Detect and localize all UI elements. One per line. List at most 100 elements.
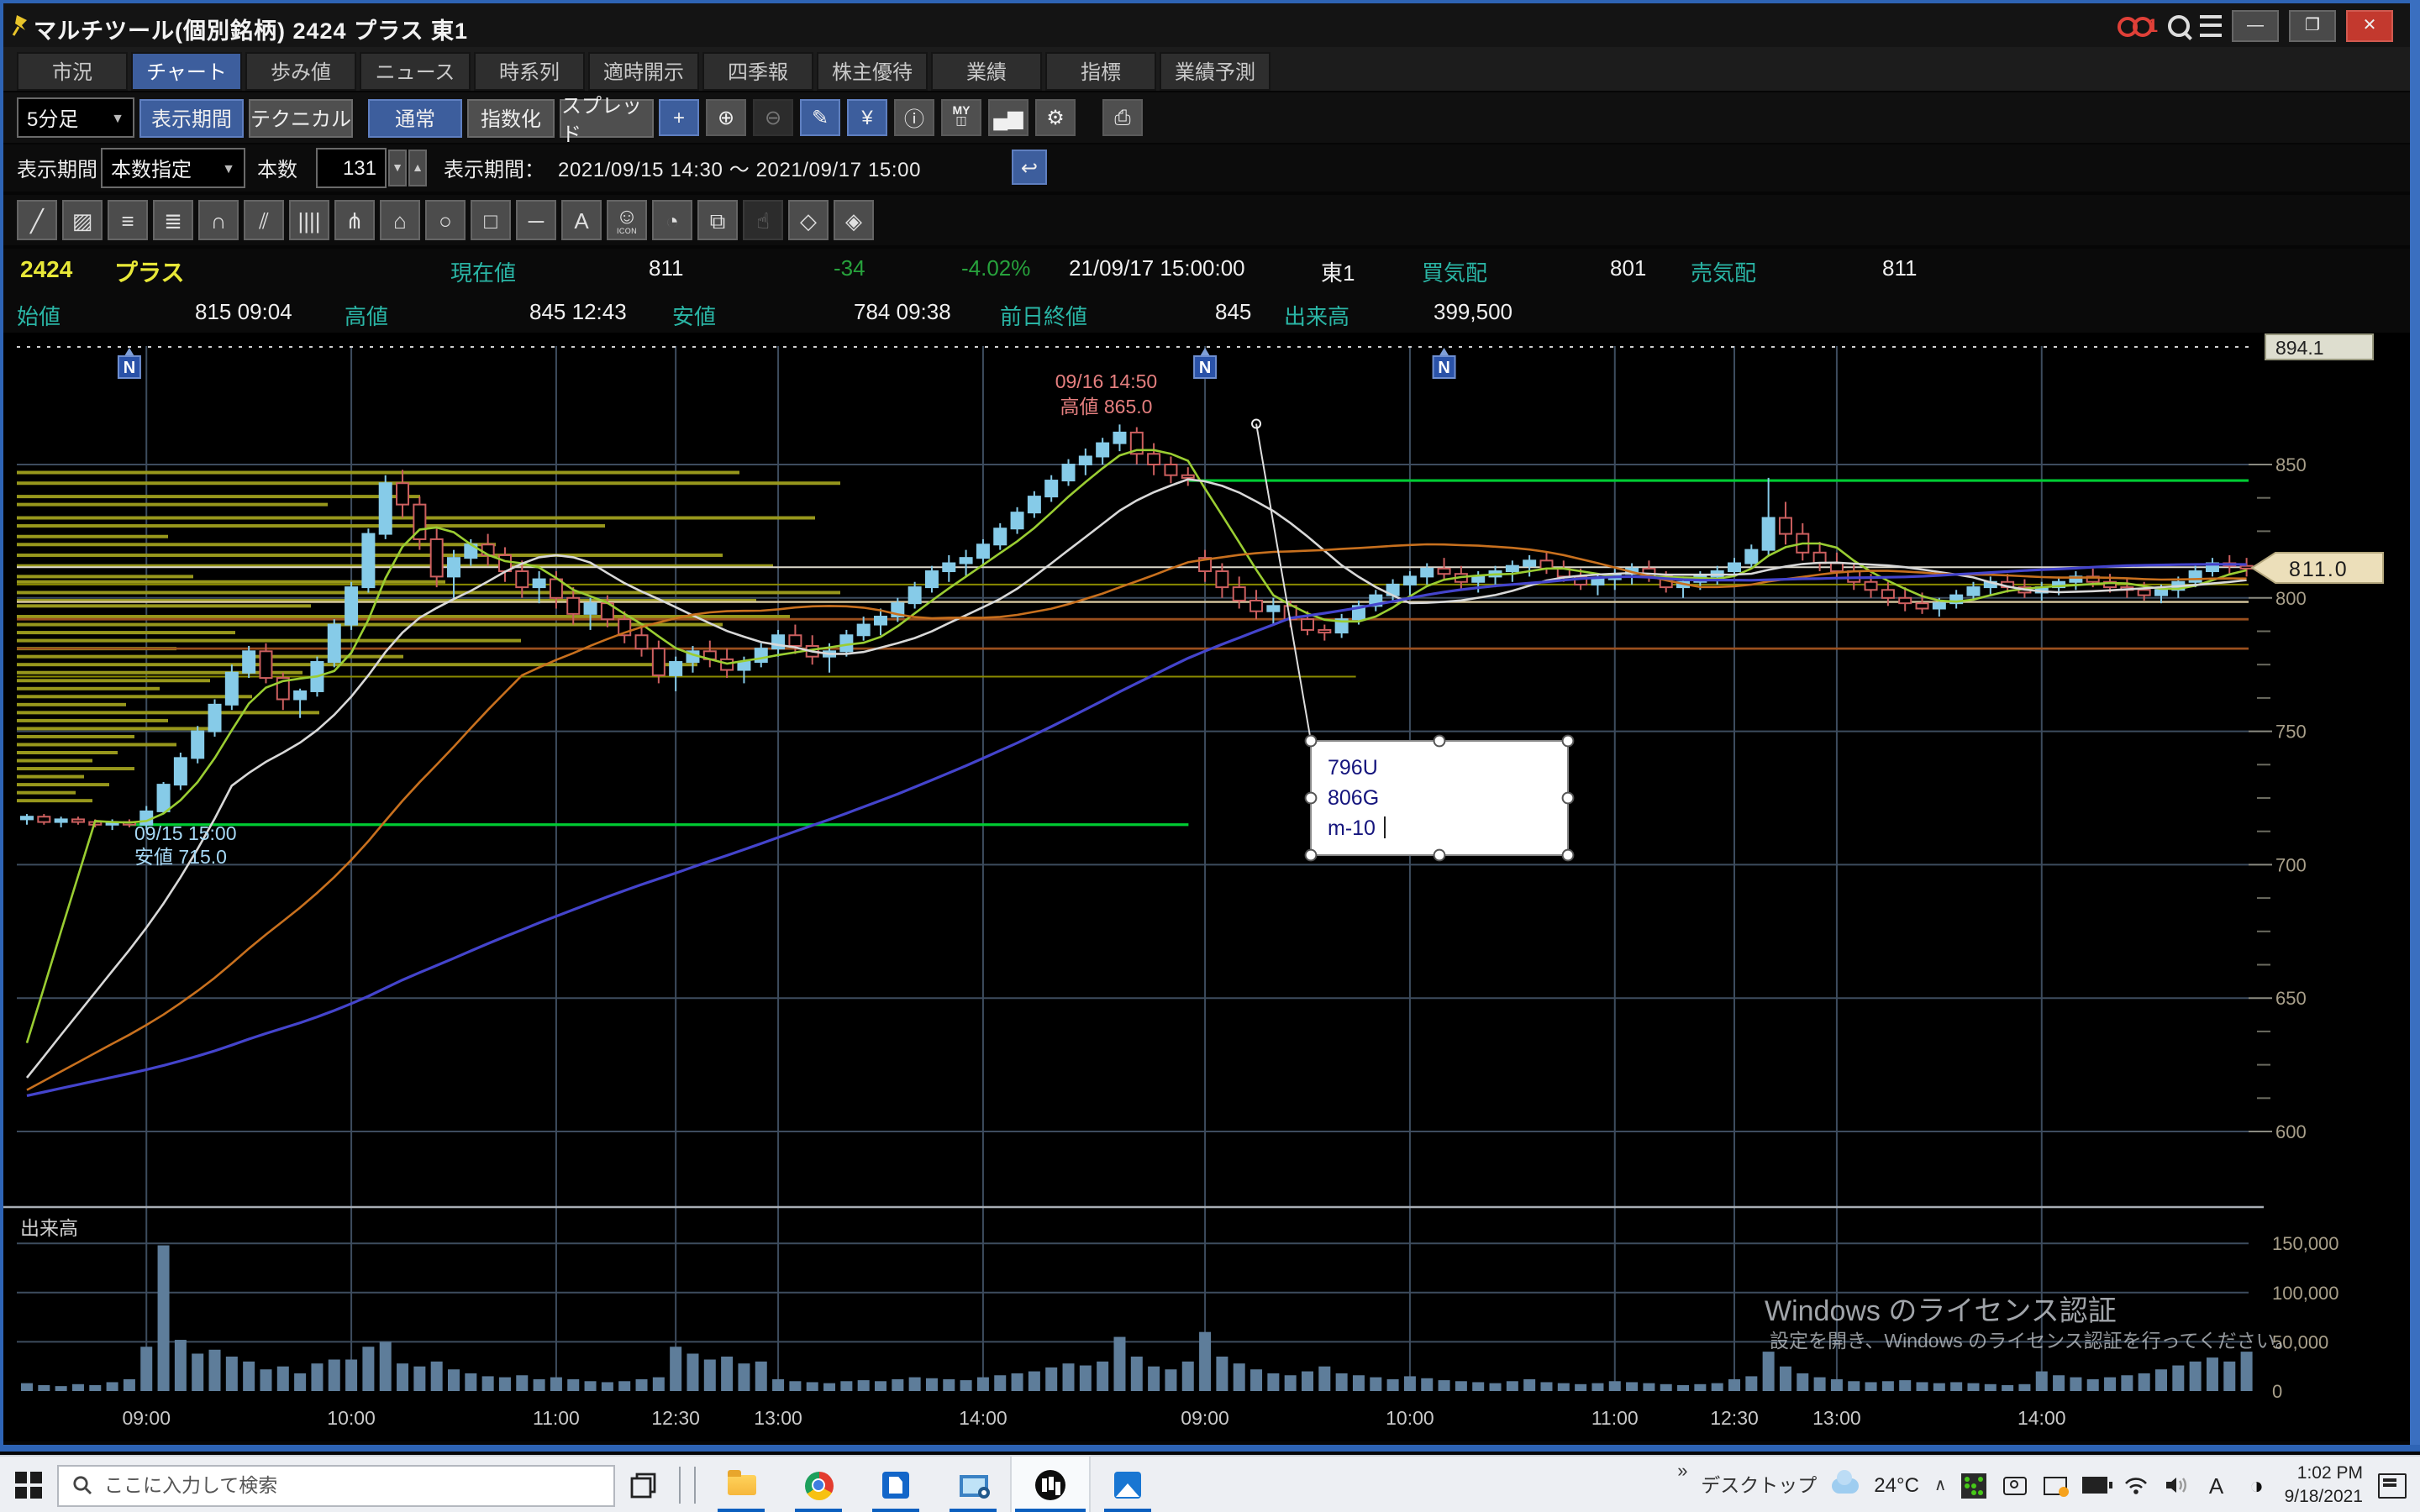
- horizontal-segment-tool[interactable]: ─: [516, 200, 556, 240]
- wrench-icon[interactable]: ⚙: [1035, 99, 1076, 136]
- selection-handle[interactable]: [1434, 850, 1445, 861]
- zoom-in-icon[interactable]: ⊕: [706, 99, 746, 136]
- count-input[interactable]: 131: [316, 148, 387, 188]
- document-app-icon[interactable]: [857, 1457, 934, 1512]
- period-mode-select[interactable]: 本数指定▼: [101, 148, 245, 188]
- selection-handle[interactable]: [1306, 736, 1317, 747]
- toolbar-button-4[interactable]: スプレッド: [560, 99, 654, 138]
- menu-icon[interactable]: [2200, 15, 2222, 37]
- angle-lines-tool[interactable]: ⋔: [334, 200, 375, 240]
- ellipse-tool[interactable]: ○: [425, 200, 466, 240]
- minimize-button[interactable]: —: [2232, 10, 2279, 42]
- desktop-toolbar[interactable]: »デスクトップ: [1677, 1472, 1817, 1499]
- volume-panel-label: 出来高: [20, 1217, 78, 1239]
- tab-8[interactable]: 業績: [931, 52, 1042, 91]
- icon-stamp-tool[interactable]: ☺ICON: [607, 200, 647, 240]
- hand-tool[interactable]: ☝: [743, 200, 783, 240]
- note-text-box[interactable]: 796U806Gm-10: [1252, 420, 1573, 861]
- tab-2[interactable]: 歩み値: [245, 52, 356, 91]
- tab-9[interactable]: 指標: [1045, 52, 1156, 91]
- taskbar-clock[interactable]: 1:02 PM 9/18/2021: [2285, 1462, 2363, 1509]
- ime-mode-icon[interactable]: ◑: [2244, 1473, 2270, 1498]
- text-tool[interactable]: A: [561, 200, 602, 240]
- vertical-lines-tool[interactable]: ||||: [289, 200, 329, 240]
- trendline-tool[interactable]: ╱: [17, 200, 57, 240]
- taskbar-search-input[interactable]: ここに入力して検索: [57, 1464, 615, 1506]
- news-marker[interactable]: N: [118, 348, 140, 378]
- search-icon[interactable]: [2168, 15, 2190, 37]
- tab-10[interactable]: 業績予測: [1160, 52, 1270, 91]
- toolbar-button-3[interactable]: 指数化: [467, 99, 555, 138]
- quote-field: 高値: [345, 299, 388, 331]
- selection-handle[interactable]: [1563, 850, 1574, 861]
- start-button[interactable]: [0, 1457, 57, 1512]
- quote-row-secondary: 始値815 09:04高値845 12:43安値784 09:38前日終値845…: [3, 292, 2410, 334]
- news-marker[interactable]: N: [1434, 348, 1455, 378]
- tab-0[interactable]: 市況: [17, 52, 128, 91]
- tab-3[interactable]: ニュース: [360, 52, 471, 91]
- pentagon-tool[interactable]: ⌂: [380, 200, 420, 240]
- link-group-icon[interactable]: 1: [2118, 16, 2158, 36]
- action-center-icon[interactable]: [2378, 1473, 2407, 1498]
- toolbar-button-1[interactable]: テクニカル: [249, 99, 353, 138]
- selection-handle[interactable]: [1563, 736, 1574, 747]
- count-down-button[interactable]: ▼: [388, 150, 407, 186]
- toolbar-button-2[interactable]: 通常: [368, 99, 462, 138]
- zoom-out-icon[interactable]: ⊖: [753, 99, 793, 136]
- my-chart-icon[interactable]: MY◫: [941, 99, 981, 136]
- time-axis-label: 13:00: [754, 1407, 802, 1429]
- tab-4[interactable]: 時系列: [474, 52, 585, 91]
- info-icon[interactable]: ⓘ: [894, 99, 934, 136]
- tab-5[interactable]: 適時開示: [588, 52, 699, 91]
- wifi-icon[interactable]: [2123, 1473, 2149, 1498]
- area-chart-icon[interactable]: ▄▆: [988, 99, 1028, 136]
- news-marker[interactable]: N: [1194, 348, 1216, 378]
- battery-icon[interactable]: [2083, 1473, 2108, 1498]
- selection-handle[interactable]: [1434, 736, 1445, 747]
- clock-marker-tool[interactable]: ◔: [652, 200, 692, 240]
- eraser-tool[interactable]: ◇: [788, 200, 829, 240]
- ime-a-icon[interactable]: A: [2204, 1473, 2229, 1498]
- photos-icon[interactable]: [1089, 1457, 1166, 1512]
- printer-icon[interactable]: ⎙: [1102, 99, 1143, 136]
- horizontal-lines4-tool[interactable]: ≣: [153, 200, 193, 240]
- hidden-icons-chevron[interactable]: ∧: [1934, 1476, 1947, 1494]
- window-border: [0, 1445, 2420, 1452]
- parallel-lines-tool[interactable]: ▨: [62, 200, 103, 240]
- chart-area[interactable]: 850800750700650600150,000100,00050,0000N…: [3, 333, 2410, 1441]
- tab-1[interactable]: チャート: [131, 52, 242, 91]
- copy-tool[interactable]: ⧉: [697, 200, 738, 240]
- network-led-icon[interactable]: [1962, 1473, 1987, 1498]
- horizontal-lines3-tool[interactable]: ≡: [108, 200, 148, 240]
- camera-icon[interactable]: [2002, 1473, 2028, 1498]
- rectangle-tool[interactable]: □: [471, 200, 511, 240]
- temperature-label[interactable]: 24°C: [1874, 1473, 1919, 1497]
- toolbar-button-0[interactable]: 表示期間: [139, 99, 244, 138]
- file-explorer-icon[interactable]: [702, 1457, 780, 1512]
- chrome-icon[interactable]: [780, 1457, 857, 1512]
- close-button[interactable]: ✕: [2346, 10, 2393, 42]
- fibonacci-arc-tool[interactable]: ∩: [198, 200, 239, 240]
- fan-lines-tool[interactable]: ⫽: [244, 200, 284, 240]
- tab-7[interactable]: 株主優待: [817, 52, 928, 91]
- app-window: マルチツール(個別銘柄) 2424 プラス 東1 1 — ❐ ✕ 市況チャート歩…: [0, 0, 2420, 1512]
- eraser-all-tool[interactable]: ◈: [834, 200, 874, 240]
- pencil-icon[interactable]: ✎: [800, 99, 840, 136]
- yen-icon[interactable]: ¥: [847, 99, 887, 136]
- count-up-button[interactable]: ▲: [408, 150, 427, 186]
- display-share-icon[interactable]: [2043, 1473, 2068, 1498]
- maximize-button[interactable]: ❐: [2289, 10, 2336, 42]
- task-view-icon[interactable]: [615, 1457, 672, 1512]
- selection-handle[interactable]: [1563, 793, 1574, 804]
- low-annotation: 09/15 15:00安値 715.0: [134, 822, 237, 868]
- tab-6[interactable]: 四季報: [702, 52, 813, 91]
- selection-handle[interactable]: [1306, 793, 1317, 804]
- interval-select[interactable]: 5分足▼: [17, 97, 134, 138]
- weather-icon[interactable]: [1832, 1478, 1859, 1493]
- remote-viewer-icon[interactable]: [934, 1457, 1012, 1512]
- reset-period-button[interactable]: ↩: [1012, 150, 1047, 185]
- trading-app-icon[interactable]: [1012, 1457, 1089, 1512]
- volume-icon[interactable]: [2164, 1473, 2189, 1498]
- selection-handle[interactable]: [1306, 850, 1317, 861]
- crosshair-icon[interactable]: +: [659, 99, 699, 136]
